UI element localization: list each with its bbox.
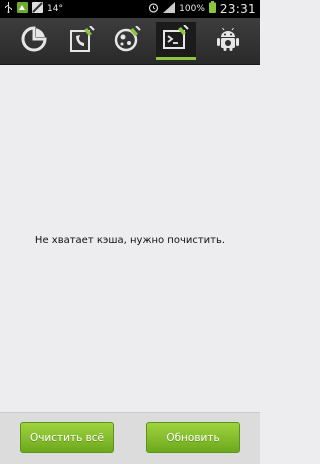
status-bar: 14° 100% 23:31 — [0, 0, 260, 18]
tab-call-log[interactable] — [62, 22, 102, 60]
tab-browser[interactable] — [108, 22, 148, 60]
main-content: Не хватает кэша, нужно почистить. — [0, 65, 260, 412]
usb-icon — [4, 2, 13, 16]
bottom-action-bar: Очистить всё Обновить — [0, 412, 260, 464]
android-icon — [215, 26, 241, 56]
battery-percent: 100% — [179, 3, 205, 14]
signal-icon — [163, 1, 176, 16]
pie-chart-icon — [21, 26, 47, 56]
temperature: 14° — [47, 4, 63, 14]
tab-cache[interactable] — [156, 22, 196, 60]
notification-image-icon — [32, 2, 43, 16]
phone-book-broom-icon — [68, 25, 96, 56]
globe-broom-icon — [114, 25, 142, 56]
clear-all-button[interactable]: Очистить всё — [20, 422, 114, 453]
battery-icon — [208, 1, 216, 16]
terminal-broom-icon — [162, 23, 190, 55]
toolbar — [0, 18, 260, 65]
clock: 23:31 — [219, 1, 256, 16]
alarm-icon — [148, 2, 159, 16]
refresh-button[interactable]: Обновить — [146, 422, 240, 453]
tab-apps[interactable] — [208, 22, 248, 60]
notification-app-icon — [17, 2, 28, 16]
empty-cache-message: Не хватает кэша, нужно почистить. — [34, 235, 226, 246]
tab-storage[interactable] — [14, 22, 54, 60]
